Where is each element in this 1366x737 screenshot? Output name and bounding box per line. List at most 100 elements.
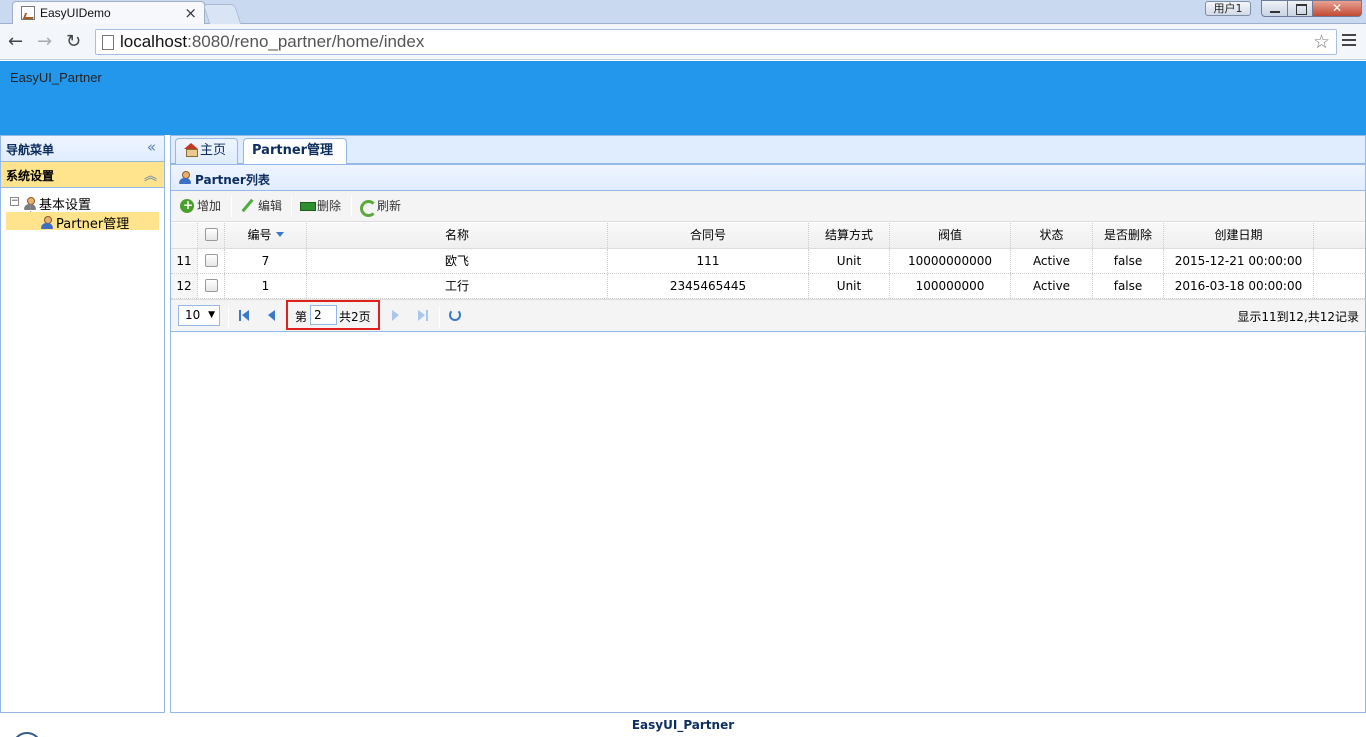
row-checkbox[interactable] — [204, 254, 218, 267]
nav-tree: − 基本设置 — [1, 188, 164, 278]
cell-deleted: false — [1093, 274, 1164, 298]
column-header-name[interactable]: 名称 — [307, 223, 608, 248]
next-page-icon[interactable] — [390, 310, 401, 321]
minimize-button[interactable] — [1261, 0, 1288, 17]
delete-button[interactable]: 删除 — [300, 198, 341, 216]
column-header-status[interactable]: 状态 — [1011, 223, 1093, 248]
favicon-icon — [21, 6, 35, 20]
page-size-value: 10 — [185, 308, 201, 322]
tree-node-basic-settings[interactable]: 基本设置 — [23, 194, 91, 213]
tab-partner-management[interactable]: Partner管理× — [243, 138, 347, 181]
page-total-label: 共2页 — [339, 310, 371, 324]
row-number: 11 — [171, 249, 198, 273]
browser-tab-title: EasyUIDemo — [40, 6, 111, 20]
app-brand: EasyUI_Partner — [10, 70, 102, 85]
cell-settlement: Unit — [809, 249, 890, 273]
rownum-header — [171, 223, 198, 248]
toolbar-divider — [351, 196, 352, 217]
partner-list-panel: Partner列表 增加 编辑 删除 刷新 编号 名称 合同号 结算方式 阀值 … — [171, 164, 1365, 332]
back-icon[interactable]: ← — [8, 31, 23, 52]
browser-toolbar: ← → ↻ localhost:8080/reno_partner/home/i… — [0, 24, 1366, 60]
grid-header: 编号 名称 合同号 结算方式 阀值 状态 是否删除 创建日期 — [171, 223, 1365, 249]
forward-icon[interactable]: → — [37, 31, 52, 52]
select-all-checkbox-cell[interactable] — [198, 223, 225, 248]
refresh-label: 刷新 — [377, 199, 402, 213]
tab-label: Partner管理 — [252, 143, 334, 158]
row-checkbox-cell[interactable] — [198, 274, 225, 298]
accordion-toggle-icon[interactable]: ︽ — [144, 165, 157, 184]
add-icon — [180, 197, 194, 213]
user-icon — [40, 216, 54, 230]
tab-label: 主页 — [200, 143, 227, 158]
new-tab-button[interactable] — [202, 4, 242, 24]
table-row[interactable]: 11 7 欧飞 111 Unit 10000000000 Active fals… — [171, 249, 1365, 274]
page-size-select[interactable]: 10 ▼ — [178, 305, 220, 326]
first-page-icon[interactable] — [239, 310, 250, 321]
row-number: 12 — [171, 274, 198, 298]
add-label: 增加 — [197, 199, 222, 213]
app-header: EasyUI_Partner — [0, 61, 1366, 135]
column-header-contract[interactable]: 合同号 — [608, 223, 809, 248]
column-header-deleted[interactable]: 是否删除 — [1093, 223, 1164, 248]
column-label: 编号 — [247, 228, 272, 242]
pager-divider — [439, 306, 440, 327]
window-close-button[interactable]: ✕ — [1312, 0, 1362, 17]
toolbar-divider — [231, 196, 232, 217]
tree-node-partner-management[interactable]: Partner管理 — [6, 212, 159, 232]
edit-button[interactable]: 编辑 — [241, 198, 282, 216]
add-button[interactable]: 增加 — [180, 197, 222, 216]
panel-header: Partner列表 — [171, 165, 1365, 191]
last-page-icon[interactable] — [418, 310, 429, 321]
pager-divider — [228, 306, 229, 327]
accordion-header-system-settings[interactable]: 系统设置 ︽ — [1, 162, 164, 188]
page-prefix-label: 第 — [295, 310, 308, 324]
chevron-down-icon: ▼ — [208, 310, 215, 320]
browser-menu-icon[interactable] — [1342, 34, 1356, 49]
user-profile-badge[interactable]: 用户1 — [1205, 1, 1251, 16]
select-all-checkbox[interactable] — [204, 228, 218, 241]
cell-settlement: Unit — [809, 274, 890, 298]
table-row[interactable]: 12 1 工行 2345465445 Unit 100000000 Active… — [171, 274, 1365, 299]
tree-expander-icon[interactable]: − — [10, 197, 19, 206]
cell-id: 7 — [225, 249, 307, 273]
maximize-button[interactable] — [1287, 0, 1313, 17]
edit-icon — [241, 199, 255, 213]
column-header-id[interactable]: 编号 — [225, 223, 307, 248]
center-panel: 主页 Partner管理× Partner列表 增加 编辑 删除 刷新 编号 名… — [170, 135, 1366, 713]
cell-created: 2016-03-18 00:00:00 — [1164, 274, 1314, 298]
app-footer: EasyUI_Partner — [0, 713, 1366, 737]
toolbar-divider — [291, 196, 292, 217]
pagination-info: 显示11到12,共12记录 — [1237, 310, 1359, 324]
circle-icon — [12, 732, 42, 737]
nav-panel-title: 导航菜单 — [6, 143, 55, 157]
tab-close-icon[interactable]: × — [184, 4, 197, 22]
prev-page-icon[interactable] — [266, 310, 277, 321]
column-header-threshold[interactable]: 阀值 — [890, 223, 1011, 248]
column-header-settlement[interactable]: 结算方式 — [809, 223, 890, 248]
footer-text: EasyUI_Partner — [631, 718, 735, 732]
nav-panel-header: 导航菜单 « — [1, 136, 164, 162]
address-bar[interactable]: localhost:8080/reno_partner/home/index ☆ — [95, 29, 1337, 55]
reload-icon[interactable] — [449, 309, 461, 321]
url-text: localhost:8080/reno_partner/home/index — [120, 32, 425, 51]
bookmark-star-icon[interactable]: ☆ — [1313, 31, 1330, 53]
cell-name: 欧飞 — [307, 249, 608, 273]
reload-icon[interactable]: ↻ — [66, 31, 81, 52]
browser-tabstrip: EasyUIDemo × 用户1 ✕ — [0, 0, 1366, 25]
pagination-bar: 10 ▼ 第 2 共2页 显示11到12,共12记录 — [171, 299, 1365, 331]
cell-name: 工行 — [307, 274, 608, 298]
tree-node-label: 基本设置 — [39, 198, 92, 213]
browser-tab-active[interactable]: EasyUIDemo × — [12, 1, 205, 25]
home-icon — [184, 143, 198, 157]
cell-deleted: false — [1093, 249, 1164, 273]
refresh-button[interactable]: 刷新 — [360, 198, 402, 217]
page-number-input[interactable]: 2 — [310, 305, 337, 325]
row-checkbox-cell[interactable] — [198, 249, 225, 273]
row-checkbox[interactable] — [204, 279, 218, 292]
refresh-icon — [360, 199, 377, 217]
tab-home[interactable]: 主页 — [175, 138, 238, 164]
cell-contract: 111 — [608, 249, 809, 273]
column-header-created[interactable]: 创建日期 — [1164, 223, 1314, 248]
cell-threshold: 10000000000 — [890, 249, 1011, 273]
collapse-panel-icon[interactable]: « — [147, 138, 156, 156]
